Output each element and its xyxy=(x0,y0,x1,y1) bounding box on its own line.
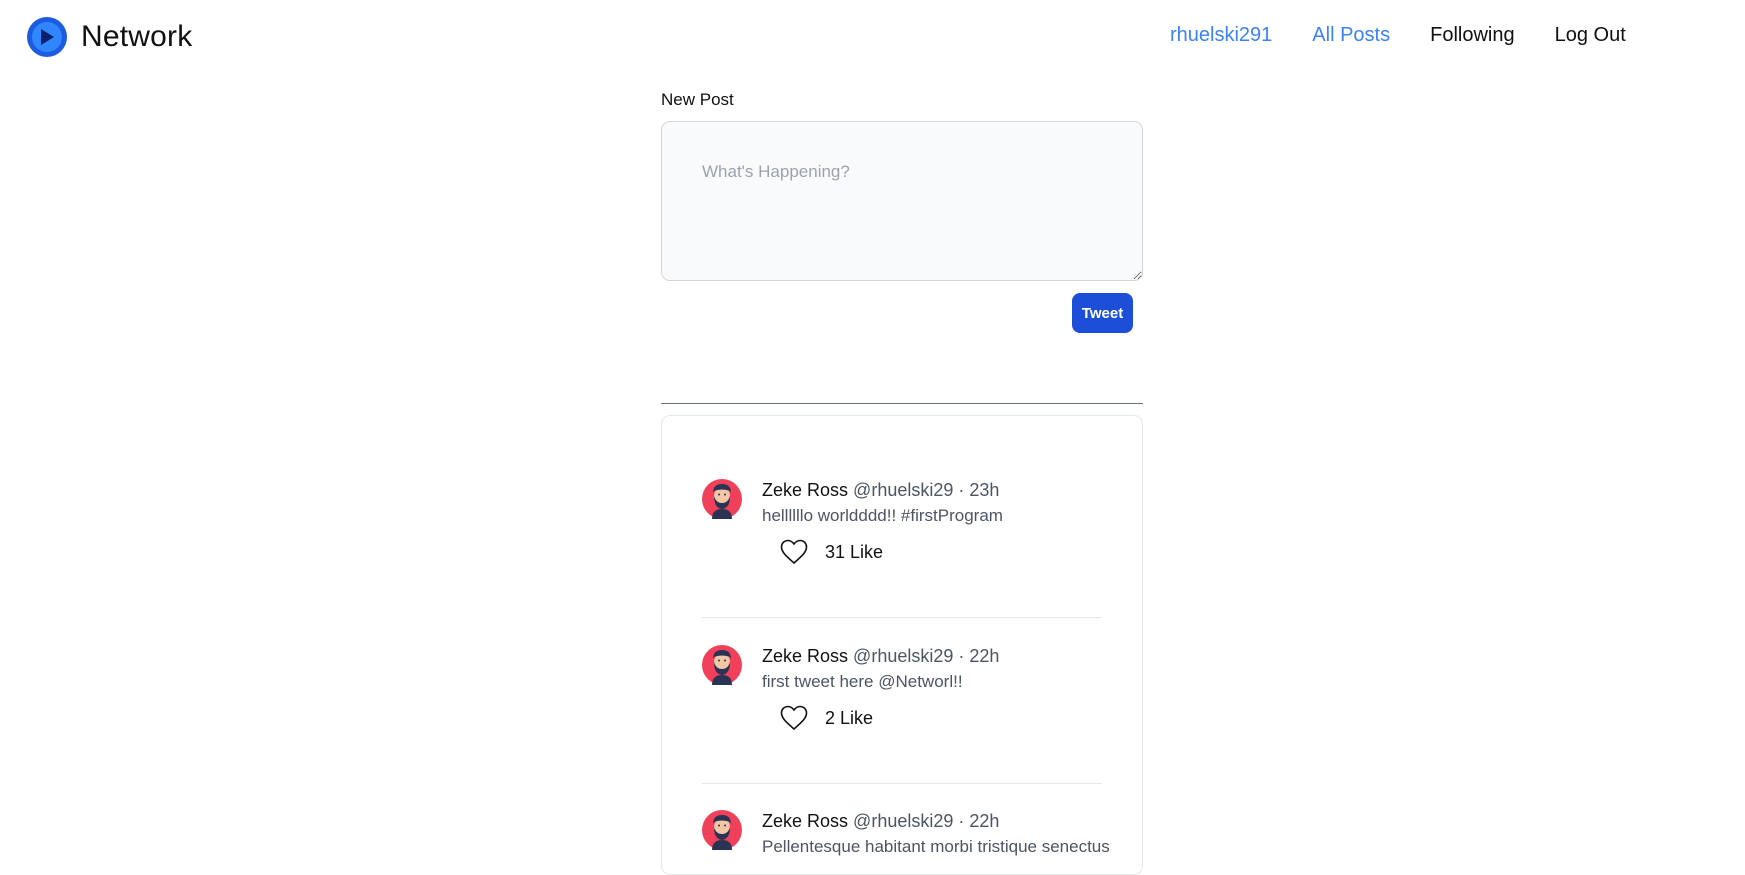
like-count: 2 Like xyxy=(825,707,874,728)
nav-all-posts-link[interactable]: All Posts xyxy=(1312,24,1390,47)
bearded-man-avatar-icon[interactable] xyxy=(702,810,742,850)
post-body: Pellentesque habitant morbi tristique se… xyxy=(762,837,1110,856)
post-author-handle[interactable]: @rhuelski29 xyxy=(853,646,953,666)
new-post-textarea[interactable] xyxy=(661,121,1143,281)
nav-logout-link[interactable]: Log Out xyxy=(1555,24,1626,47)
nav-following-link[interactable]: Following xyxy=(1430,24,1514,47)
like-row: 2 Like xyxy=(779,703,873,733)
post-author-name[interactable]: Zeke Ross xyxy=(762,646,848,666)
post-author-handle[interactable]: @rhuelski29 xyxy=(853,811,953,831)
post-body: hellllllo worldddd!! #firstProgram xyxy=(762,506,1003,525)
post-header: Zeke Ross @rhuelski29 · 22h xyxy=(762,810,999,832)
tweet-button[interactable]: Tweet xyxy=(1072,293,1133,333)
post-author-name[interactable]: Zeke Ross xyxy=(762,811,848,831)
section-divider xyxy=(661,403,1143,404)
nav-username-link[interactable]: rhuelski291 xyxy=(1170,24,1272,47)
post-divider xyxy=(702,783,1102,784)
nav-links: rhuelski291 All Posts Following Log Out xyxy=(1170,24,1626,47)
post-separator: · xyxy=(958,646,965,666)
bearded-man-avatar-icon[interactable] xyxy=(702,479,742,519)
heart-outline-icon[interactable] xyxy=(779,703,809,733)
post-separator: · xyxy=(958,811,965,831)
post-header: Zeke Ross @rhuelski29 · 22h xyxy=(762,645,999,667)
brand-link[interactable]: Network xyxy=(27,17,192,57)
post-header: Zeke Ross @rhuelski29 · 23h xyxy=(762,479,999,501)
navbar: Network rhuelski291 All Posts Following … xyxy=(0,0,1745,76)
post-timestamp: 23h xyxy=(969,480,1000,500)
post-timestamp: 22h xyxy=(969,646,1000,666)
post-author-name[interactable]: Zeke Ross xyxy=(762,480,848,500)
new-post-composer: New Post Tweet xyxy=(661,89,1143,333)
heart-outline-icon[interactable] xyxy=(779,537,809,567)
like-row: 31 Like xyxy=(779,537,883,567)
posts-feed: Zeke Ross @rhuelski29 · 23h hellllllo wo… xyxy=(661,415,1143,875)
play-logo-icon xyxy=(27,17,67,57)
new-post-label: New Post xyxy=(661,90,734,109)
post-body: first tweet here @Networl!! xyxy=(762,672,963,691)
post-timestamp: 22h xyxy=(969,811,1000,831)
like-count: 31 Like xyxy=(825,541,884,562)
post-author-handle[interactable]: @rhuelski29 xyxy=(853,480,953,500)
post-separator: · xyxy=(958,480,965,500)
brand-name: Network xyxy=(81,20,193,53)
post-divider xyxy=(702,617,1102,618)
bearded-man-avatar-icon[interactable] xyxy=(702,645,742,685)
